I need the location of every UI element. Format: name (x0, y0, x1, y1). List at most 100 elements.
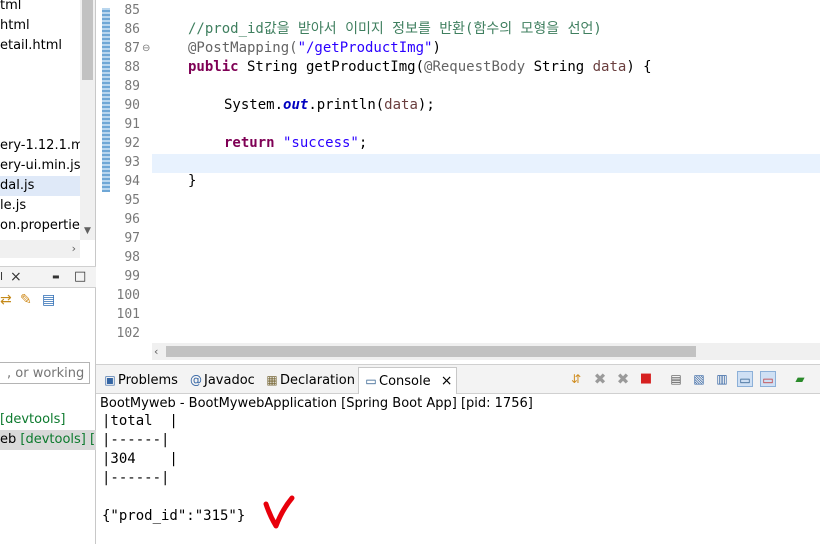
fold-collapse-icon[interactable]: ⊖ (142, 39, 150, 58)
console-output-line: |304 | (102, 451, 178, 467)
server-item-selected[interactable]: eb [devtools] [:8 (0, 430, 96, 450)
outline-tab-label[interactable]: l (0, 267, 3, 287)
line-number: 100 (116, 288, 140, 303)
code-line-92: return "success"; (224, 134, 367, 153)
code-text: .println( (308, 97, 385, 113)
code-text: ; (358, 135, 368, 151)
tree-item[interactable]: le.js (0, 196, 26, 216)
console-output-line: |------| (102, 432, 170, 448)
scrollbar-thumb[interactable] (82, 0, 93, 80)
code-text: String (525, 59, 593, 75)
console-output-line: {"prod_id":"315"} (102, 508, 246, 524)
code-keyword: public (188, 59, 239, 75)
code-text: ); (417, 97, 435, 113)
explorer-horizontal-scrollbar[interactable]: › (0, 240, 80, 258)
scroll-right-icon[interactable]: › (72, 240, 76, 258)
tab-label: Declaration (280, 373, 355, 388)
line-number: 101 (116, 307, 140, 322)
code-annotation: @RequestBody (424, 59, 526, 75)
scroll-left-icon[interactable]: ‹ (154, 343, 158, 360)
pencil-icon[interactable]: ✎ (20, 292, 32, 308)
line-number: 86 (124, 22, 140, 37)
code-text: ) (432, 40, 441, 56)
server-name: eb (0, 432, 21, 447)
line-number: 87 (124, 41, 140, 56)
line-number: 99 (124, 269, 140, 284)
declaration-icon: ▦ (266, 373, 278, 387)
remove-all-icon[interactable]: ✖ (592, 371, 608, 387)
current-line-highlight (152, 154, 820, 173)
close-icon[interactable]: × (441, 373, 453, 389)
code-editor[interactable]: 85 86 87 88 89 90 91 92 93 94 95 96 97 9… (96, 0, 820, 360)
clear-console-icon[interactable]: ▤ (668, 371, 684, 387)
tree-item[interactable]: tml (0, 0, 21, 16)
code-text: ) { (626, 59, 652, 75)
console-output-line: |------| (102, 470, 170, 486)
problems-icon: ▣ (104, 373, 116, 387)
tree-item-selected[interactable]: dal.js (0, 176, 80, 196)
tab-javadoc[interactable]: @ Javadoc (188, 369, 255, 391)
code-string: "success" (274, 135, 359, 151)
maximize-icon[interactable]: □ (74, 267, 86, 287)
link-editor-icon[interactable]: ⇄ (0, 292, 12, 308)
code-line-86: //prod_id값을 받아서 이미지 정보를 반환(함수의 모형을 선언) (188, 20, 602, 39)
line-number: 89 (124, 79, 140, 94)
scrollbar-thumb[interactable] (166, 346, 696, 357)
pin-console-icon[interactable]: ▰ (792, 371, 808, 387)
line-number: 88 (124, 60, 140, 75)
show-on-stdout-icon[interactable]: ▭ (737, 371, 753, 387)
code-line-90: System.out.println(data); (224, 96, 435, 115)
server-item[interactable]: [devtools] (0, 410, 96, 430)
tab-label: Problems (118, 373, 178, 388)
line-number: 90 (124, 98, 140, 113)
red-check-mark-annotation (263, 495, 295, 529)
line-number: 91 (124, 117, 140, 132)
line-number: 96 (124, 212, 140, 227)
tab-problems[interactable]: ▣ Problems (102, 369, 178, 391)
server-tag: [devtools] [:8 (20, 432, 96, 447)
code-line-87: @PostMapping("/getProductImg") (188, 39, 441, 58)
table-icon[interactable]: ▤ (42, 292, 55, 308)
view-tabbar: ▣ Problems @ Javadoc ▦ Declaration ▭ Console… (96, 364, 820, 394)
outline-tabbar: l × ▬ □ (0, 266, 96, 288)
tab-label: Javadoc (204, 373, 255, 388)
code-line-94: } (188, 173, 197, 189)
remove-all-terminated-icon[interactable]: ✖ (615, 371, 631, 387)
remove-launch-icon[interactable]: ⇵ (568, 371, 584, 387)
code-string: "/getProductImg" (297, 40, 433, 56)
console-panel: ▣ Problems @ Javadoc ▦ Declaration ▭ Console… (96, 364, 820, 544)
tree-item[interactable]: ery-1.12.1.mi (0, 136, 80, 156)
server-filter-input[interactable] (0, 362, 90, 384)
code-variable: data (384, 97, 418, 113)
tree-item[interactable]: ery-ui.min.js (0, 156, 80, 176)
tree-item[interactable]: html (0, 16, 30, 36)
code-comment: //prod_id값을 받아서 이미지 정보를 반환(함수의 모형을 선언) (188, 21, 602, 37)
line-number: 93 (124, 155, 140, 170)
line-number: 92 (124, 136, 140, 151)
package-explorer-tree: tml html etail.html ery-1.12.1.mi ery-ui… (0, 0, 80, 240)
terminate-icon[interactable]: ■ (638, 371, 654, 387)
console-process-title: BootMyweb - BootMywebApplication [Spring… (100, 396, 533, 411)
editor-horizontal-scrollbar[interactable]: ‹ (152, 343, 820, 360)
show-on-stderr-icon[interactable]: ▭ (760, 371, 776, 387)
minimize-icon[interactable]: ▬ (52, 267, 60, 287)
code-annotation: @PostMapping( (188, 40, 298, 56)
explorer-vertical-scrollbar[interactable]: ▼ (80, 0, 95, 240)
tab-declaration[interactable]: ▦ Declaration (264, 369, 355, 391)
console-icon: ▭ (365, 374, 377, 388)
scroll-down-icon[interactable]: ▼ (80, 222, 95, 240)
line-number: 85 (124, 3, 140, 18)
tab-console[interactable]: ▭ Console × (358, 367, 458, 394)
outline-toolbar: ⇄ ✎ ▤ (0, 290, 96, 314)
left-panel: tml html etail.html ery-1.12.1.mi ery-ui… (0, 0, 96, 544)
close-icon[interactable]: × (10, 267, 22, 287)
code-text: String getProductImg( (238, 59, 425, 75)
scroll-lock-icon[interactable]: ▧ (691, 371, 707, 387)
code-text: System. (224, 97, 284, 113)
console-output-line: |total | (102, 413, 178, 429)
tree-item[interactable]: on.properties (0, 216, 80, 236)
code-line-88: public String getProductImg(@RequestBody… (188, 58, 652, 77)
tree-item[interactable]: etail.html (0, 36, 62, 56)
code-keyword: return (224, 135, 275, 151)
word-wrap-icon[interactable]: ▥ (714, 371, 730, 387)
